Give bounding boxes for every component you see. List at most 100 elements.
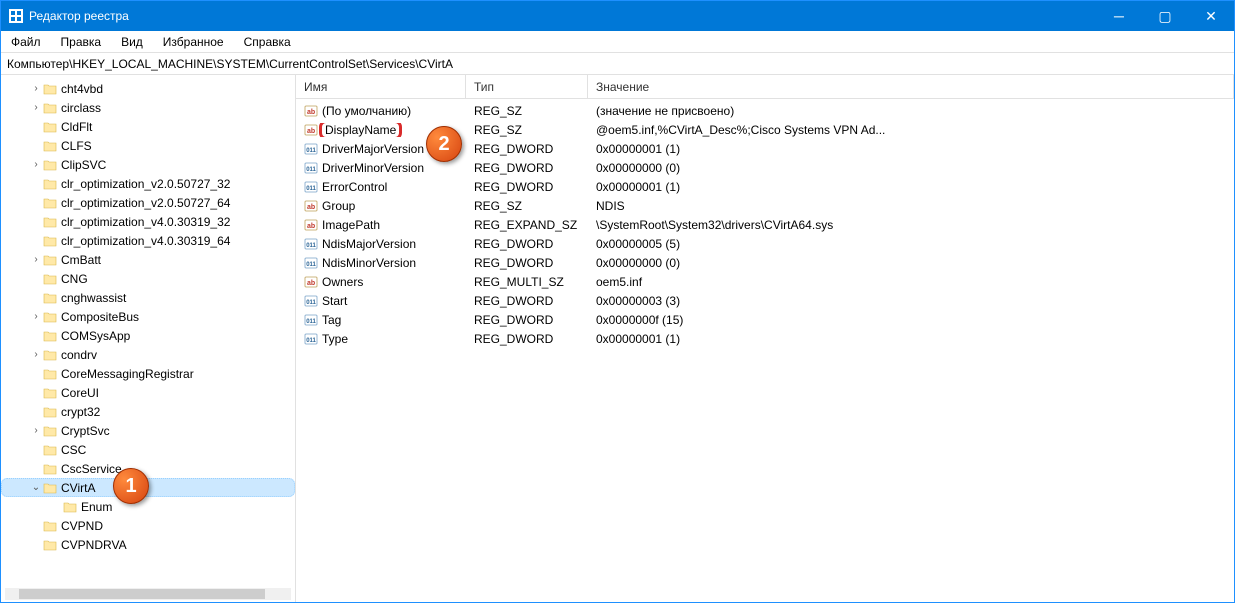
dword-value-icon: 011 bbox=[304, 142, 318, 156]
value-name: NdisMajorVersion bbox=[322, 237, 416, 251]
tree-item-csc[interactable]: ›CSC bbox=[1, 440, 295, 459]
tree-item-cht4vbd[interactable]: ›cht4vbd bbox=[1, 79, 295, 98]
value-row[interactable]: 011TypeREG_DWORD0x00000001 (1) bbox=[296, 329, 1234, 348]
svg-text:011: 011 bbox=[306, 319, 316, 325]
tree-item-label: CVirtA bbox=[61, 481, 95, 495]
tree-item-clr_optimization_v2050727_32[interactable]: ›clr_optimization_v2.0.50727_32 bbox=[1, 174, 295, 193]
value-row[interactable]: 011NdisMinorVersionREG_DWORD0x00000000 (… bbox=[296, 253, 1234, 272]
folder-icon bbox=[43, 120, 57, 134]
tree-item-cldflt[interactable]: ›CldFlt bbox=[1, 117, 295, 136]
dword-value-icon: 011 bbox=[304, 161, 318, 175]
minimize-button[interactable]: ─ bbox=[1096, 1, 1142, 31]
column-type[interactable]: Тип bbox=[466, 75, 588, 98]
expander-icon[interactable]: › bbox=[29, 254, 43, 265]
menu-help[interactable]: Справка bbox=[238, 33, 297, 51]
value-row[interactable]: 011ErrorControlREG_DWORD0x00000001 (1) bbox=[296, 177, 1234, 196]
menu-file[interactable]: Файл bbox=[5, 33, 47, 51]
tree-item-cryptsvc[interactable]: ›CryptSvc bbox=[1, 421, 295, 440]
value-row[interactable]: 011NdisMajorVersionREG_DWORD0x00000005 (… bbox=[296, 234, 1234, 253]
tree-item-cng[interactable]: ›CNG bbox=[1, 269, 295, 288]
expander-icon[interactable]: › bbox=[29, 311, 43, 322]
value-data-cell: 0x00000001 (1) bbox=[588, 180, 1234, 194]
value-type-cell: REG_DWORD bbox=[466, 161, 588, 175]
expander-icon[interactable]: › bbox=[29, 425, 43, 436]
tree-h-scrollbar[interactable] bbox=[5, 588, 291, 600]
value-row[interactable]: ab(По умолчанию)REG_SZ(значение не присв… bbox=[296, 101, 1234, 120]
folder-icon bbox=[43, 291, 57, 305]
string-value-icon: ab bbox=[304, 275, 318, 289]
value-row[interactable]: 011StartREG_DWORD0x00000003 (3) bbox=[296, 291, 1234, 310]
tree-item-cvpndrva[interactable]: ›CVPNDRVA bbox=[1, 535, 295, 554]
dword-value-icon: 011 bbox=[304, 256, 318, 270]
close-button[interactable]: ✕ bbox=[1188, 1, 1234, 31]
column-value[interactable]: Значение bbox=[588, 75, 1234, 98]
dword-value-icon: 011 bbox=[304, 294, 318, 308]
list-pane[interactable]: Имя Тип Значение ab(По умолчанию)REG_SZ(… bbox=[296, 75, 1234, 602]
string-value-icon: ab bbox=[304, 199, 318, 213]
expander-icon[interactable]: ⌄ bbox=[29, 482, 43, 493]
tree-item-condrv[interactable]: › condrv bbox=[1, 345, 295, 364]
value-row[interactable]: abOwnersREG_MULTI_SZoem5.inf bbox=[296, 272, 1234, 291]
folder-icon bbox=[43, 310, 57, 324]
value-data-cell: (значение не присвоено) bbox=[588, 104, 1234, 118]
menu-fav[interactable]: Избранное bbox=[157, 33, 230, 51]
tree-item-clfs[interactable]: ›CLFS bbox=[1, 136, 295, 155]
tree-item-crypt32[interactable]: ›crypt32 bbox=[1, 402, 295, 421]
tree-item-enum[interactable]: ›Enum bbox=[1, 497, 295, 516]
tree-pane[interactable]: ›cht4vbd›circlass›CldFlt›CLFS›ClipSVC›cl… bbox=[1, 75, 296, 602]
value-type-cell: REG_DWORD bbox=[466, 237, 588, 251]
tree-item-clr_optimization_v4030319_32[interactable]: ›clr_optimization_v4.0.30319_32 bbox=[1, 212, 295, 231]
value-row[interactable]: abImagePathREG_EXPAND_SZ\SystemRoot\Syst… bbox=[296, 215, 1234, 234]
expander-icon[interactable]: › bbox=[29, 159, 43, 170]
tree-item-label: CoreMessagingRegistrar bbox=[61, 367, 194, 381]
tree-item-label: condrv bbox=[61, 348, 97, 362]
tree-item-label: circlass bbox=[61, 101, 101, 115]
tree-item-label: cnghwassist bbox=[61, 291, 126, 305]
string-value-icon: ab bbox=[304, 123, 318, 137]
value-name: (По умолчанию) bbox=[322, 104, 411, 118]
tree-item-clr_optimization_v2050727_64[interactable]: ›clr_optimization_v2.0.50727_64 bbox=[1, 193, 295, 212]
svg-text:011: 011 bbox=[306, 262, 316, 268]
tree-item-coreui[interactable]: ›CoreUI bbox=[1, 383, 295, 402]
tree-item-cnghwassist[interactable]: ›cnghwassist bbox=[1, 288, 295, 307]
value-row[interactable]: 011TagREG_DWORD0x0000000f (15) bbox=[296, 310, 1234, 329]
column-name[interactable]: Имя bbox=[296, 75, 466, 98]
folder-icon bbox=[43, 177, 57, 191]
expander-icon[interactable]: › bbox=[29, 102, 43, 113]
tree-item-label: clr_optimization_v2.0.50727_32 bbox=[61, 177, 230, 191]
titlebar: Редактор реестра ─ ▢ ✕ bbox=[1, 1, 1234, 31]
value-data-cell: @oem5.inf,%CVirtA_Desc%;Cisco Systems VP… bbox=[588, 123, 1234, 137]
value-data-cell: 0x00000000 (0) bbox=[588, 256, 1234, 270]
tree-item-comsysapp[interactable]: ›COMSysApp bbox=[1, 326, 295, 345]
window-title: Редактор реестра bbox=[29, 9, 1096, 23]
tree-item-clipsvc[interactable]: ›ClipSVC bbox=[1, 155, 295, 174]
maximize-button[interactable]: ▢ bbox=[1142, 1, 1188, 31]
value-type-cell: REG_MULTI_SZ bbox=[466, 275, 588, 289]
tree-item-coremessagingregistrar[interactable]: ›CoreMessagingRegistrar bbox=[1, 364, 295, 383]
folder-icon bbox=[43, 386, 57, 400]
tree-item-circlass[interactable]: › circlass bbox=[1, 98, 295, 117]
tree-item-cmbatt[interactable]: ›CmBatt bbox=[1, 250, 295, 269]
folder-icon bbox=[43, 329, 57, 343]
value-row[interactable]: abGroupREG_SZNDIS bbox=[296, 196, 1234, 215]
dword-value-icon: 011 bbox=[304, 237, 318, 251]
tree-item-label: CVPNDRVA bbox=[61, 538, 127, 552]
menu-view[interactable]: Вид bbox=[115, 33, 149, 51]
tree-item-compositebus[interactable]: ›CompositeBus bbox=[1, 307, 295, 326]
tree-item-cvpnd[interactable]: ›CVPND bbox=[1, 516, 295, 535]
addressbar[interactable]: Компьютер\HKEY_LOCAL_MACHINE\SYSTEM\Curr… bbox=[1, 53, 1234, 75]
expander-icon[interactable]: › bbox=[29, 349, 43, 360]
value-type-cell: REG_SZ bbox=[466, 199, 588, 213]
tree-item-label: CldFlt bbox=[61, 120, 92, 134]
value-name: DriverMinorVersion bbox=[322, 161, 424, 175]
value-name: Owners bbox=[322, 275, 363, 289]
value-name-cell: 011Tag bbox=[296, 313, 466, 327]
expander-icon[interactable]: › bbox=[29, 83, 43, 94]
menu-edit[interactable]: Правка bbox=[55, 33, 108, 51]
tree-item-cscservice[interactable]: ›CscService bbox=[1, 459, 295, 478]
value-type-cell: REG_DWORD bbox=[466, 142, 588, 156]
tree-item-label: Enum bbox=[81, 500, 112, 514]
value-data-cell: \SystemRoot\System32\drivers\CVirtA64.sy… bbox=[588, 218, 1234, 232]
tree-item-clr_optimization_v4030319_64[interactable]: ›clr_optimization_v4.0.30319_64 bbox=[1, 231, 295, 250]
dword-value-icon: 011 bbox=[304, 313, 318, 327]
